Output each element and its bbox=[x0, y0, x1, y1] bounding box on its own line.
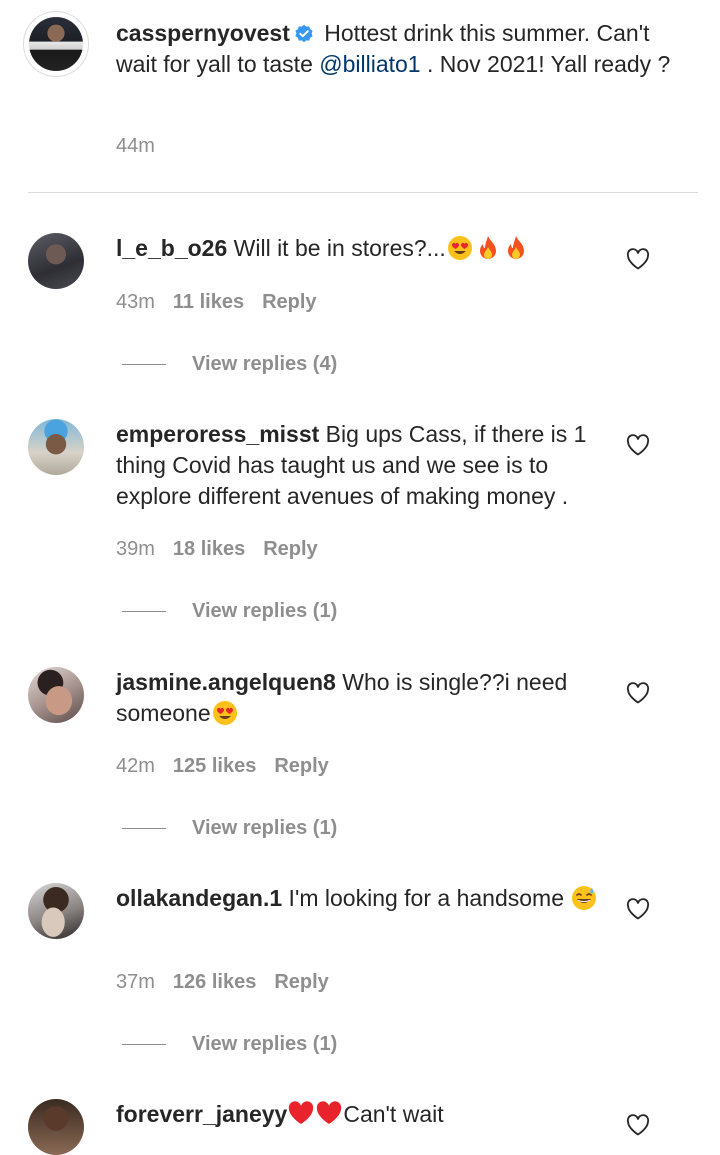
like-heart-icon[interactable] bbox=[626, 248, 650, 270]
comment-body: Can't wait bbox=[343, 1101, 444, 1127]
like-heart-icon[interactable] bbox=[626, 682, 650, 704]
reply-button[interactable]: Reply bbox=[274, 971, 328, 993]
view-replies-button[interactable]: View replies (4) bbox=[122, 353, 337, 376]
view-replies-button[interactable]: View replies (1) bbox=[122, 817, 337, 840]
post-timestamp: 44m bbox=[116, 135, 155, 157]
comment-meta: 37m 126 likes Reply bbox=[116, 971, 347, 994]
red-heart-emoji-icon bbox=[289, 1101, 314, 1124]
commenter-avatar[interactable] bbox=[28, 1099, 84, 1155]
comment-time: 37m bbox=[116, 971, 155, 993]
post-username[interactable]: cassperny​ovest bbox=[116, 20, 290, 46]
replies-line bbox=[122, 828, 166, 830]
view-replies-label: View replies (1) bbox=[192, 1033, 338, 1055]
heart-eyes-emoji-icon bbox=[447, 236, 472, 260]
comment-text: l_e_b_o26 Will it be in stores?... bbox=[116, 233, 606, 264]
view-replies-label: View replies (1) bbox=[192, 817, 338, 839]
fire-emoji-icon bbox=[507, 236, 524, 259]
replies-line bbox=[122, 1044, 166, 1046]
view-replies-label: View replies (1) bbox=[192, 600, 338, 622]
comment-text: emperoress_misst Big ups Cass, if there … bbox=[116, 419, 606, 512]
comment-likes[interactable]: 11 likes bbox=[173, 291, 244, 313]
comment-likes[interactable]: 18 likes bbox=[173, 538, 245, 560]
comment-username[interactable]: emperoress_misst bbox=[116, 421, 319, 447]
comment-time: 43m bbox=[116, 291, 155, 313]
comment-meta: 42m 125 likes Reply bbox=[116, 755, 347, 778]
comment-time: 39m bbox=[116, 538, 155, 560]
caption-text: cassperny​ovest Hottest drink this summe… bbox=[116, 18, 676, 80]
comment-text: jasmine.angelquen8 Who is single??i need… bbox=[116, 667, 606, 729]
verified-badge-icon bbox=[295, 24, 313, 43]
fire-emoji-icon bbox=[479, 236, 496, 259]
view-replies-button[interactable]: View replies (1) bbox=[122, 600, 337, 623]
like-heart-icon[interactable] bbox=[626, 898, 650, 920]
commenter-avatar[interactable] bbox=[28, 233, 84, 289]
comment-likes[interactable]: 126 likes bbox=[173, 971, 256, 993]
like-heart-icon[interactable] bbox=[626, 434, 650, 456]
comment-time: 42m bbox=[116, 755, 155, 777]
reply-button[interactable]: Reply bbox=[262, 291, 316, 313]
replies-line bbox=[122, 364, 166, 366]
comment-username[interactable]: foreverr_janeyy bbox=[116, 1101, 287, 1127]
comment-text: foreverr_janeyy Can't wait bbox=[116, 1099, 606, 1130]
view-replies-button[interactable]: View replies (1) bbox=[122, 1033, 337, 1056]
comment-username[interactable]: ollakandegan.1 bbox=[116, 885, 282, 911]
comment-text: ollakandegan.1 I'm looking for a handsom… bbox=[116, 883, 606, 914]
post-caption: cassperny​ovest Hottest drink this summe… bbox=[0, 0, 720, 193]
replies-line bbox=[122, 611, 166, 613]
comment-body: Will it be in stores?... bbox=[227, 235, 446, 261]
like-heart-icon[interactable] bbox=[626, 1114, 650, 1136]
reply-button[interactable]: Reply bbox=[263, 538, 317, 560]
reply-button[interactable]: Reply bbox=[274, 755, 328, 777]
comment-username[interactable]: l_e_b_o26 bbox=[116, 235, 227, 261]
comment-meta: 39m 18 likes Reply bbox=[116, 538, 336, 561]
comment-body: I'm looking for a handsome bbox=[282, 885, 571, 911]
comment-likes[interactable]: 125 likes bbox=[173, 755, 256, 777]
commenter-avatar[interactable] bbox=[28, 883, 84, 939]
caption-body-end: . Nov 2021! Yall ready ? bbox=[420, 51, 671, 77]
commenter-avatar[interactable] bbox=[28, 419, 84, 475]
mention-link[interactable]: @billiato1 bbox=[319, 51, 420, 77]
divider bbox=[28, 192, 698, 193]
red-heart-emoji-icon bbox=[317, 1101, 342, 1124]
comment-username[interactable]: jasmine.angelquen8 bbox=[116, 669, 336, 695]
heart-eyes-emoji-icon bbox=[212, 701, 237, 725]
comment-meta: 43m 11 likes Reply bbox=[116, 291, 335, 314]
view-replies-label: View replies (4) bbox=[192, 353, 338, 375]
grinning-sweat-emoji-icon bbox=[572, 886, 597, 910]
post-author-avatar[interactable] bbox=[23, 11, 89, 77]
commenter-avatar[interactable] bbox=[28, 667, 84, 723]
